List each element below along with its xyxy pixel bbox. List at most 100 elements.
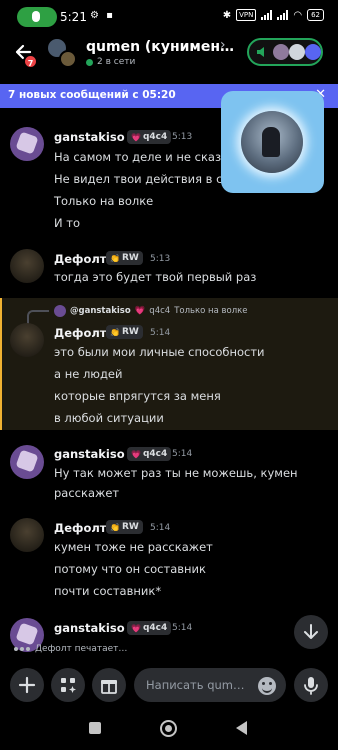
- notification-icons: ⚙ ▪: [90, 10, 115, 21]
- message-composer: Написать qum…: [0, 664, 338, 706]
- new-messages-text: 7 новых сообщений с 05:20: [8, 89, 176, 101]
- ongoing-call-pill[interactable]: [17, 7, 57, 27]
- chevron-right-icon[interactable]: ›: [220, 37, 226, 53]
- signal-icon-2: [277, 10, 289, 20]
- clap-icon: 👏: [110, 522, 120, 532]
- plus-icon: [18, 676, 36, 694]
- reply-preview: Только на волке: [174, 306, 248, 316]
- wifi-icon: ◠: [293, 9, 303, 21]
- status-bar: 5:21 ⚙ ▪ ✱ VPN ◠ 62: [0, 0, 338, 34]
- speaker-icon: [257, 47, 264, 57]
- tag-label: q4c4: [142, 623, 168, 633]
- avatar[interactable]: [10, 518, 44, 552]
- arrow-down-icon: [304, 624, 318, 639]
- avatar[interactable]: [10, 249, 44, 283]
- timestamp: 5:14: [172, 623, 193, 633]
- clap-icon: 👏: [110, 253, 120, 263]
- picture-in-picture-video[interactable]: [221, 91, 324, 193]
- online-count: 2 в сети: [97, 57, 136, 67]
- server-tag[interactable]: 💗 q4c4: [127, 130, 172, 144]
- gift-button[interactable]: [92, 668, 126, 702]
- message-input-placeholder: Написать qum…: [146, 678, 245, 692]
- reply-author: @ganstakiso: [70, 306, 131, 316]
- add-attachment-button[interactable]: [10, 668, 44, 702]
- channel-header: 7 qumen (кунимен… › 2 в сети: [0, 34, 338, 76]
- unread-badge: 7: [23, 54, 38, 69]
- clock: 5:21: [60, 10, 87, 24]
- message-line: почти составник*: [54, 584, 162, 598]
- author-name[interactable]: Дефолт: [54, 326, 106, 340]
- battery-icon: 62: [307, 9, 324, 21]
- server-tag[interactable]: 💗 q4c4: [127, 621, 172, 635]
- message-line: Ну так может раз ты не можешь, кумен: [54, 466, 298, 480]
- message-line: кумен тоже не расскажет: [54, 540, 213, 554]
- gift-icon: [101, 680, 117, 694]
- online-status: 2 в сети: [86, 57, 135, 67]
- signal-icon: [261, 10, 273, 20]
- system-back-button[interactable]: [236, 721, 247, 735]
- author-name[interactable]: ganstakiso: [54, 447, 125, 461]
- server-tag[interactable]: 💗 q4c4: [127, 447, 172, 461]
- message-input[interactable]: Написать qum…: [134, 668, 286, 702]
- avatar[interactable]: [10, 445, 44, 479]
- heart-icon: 💗: [131, 623, 141, 633]
- apps-button[interactable]: [51, 668, 85, 702]
- server-tag[interactable]: 👏 RW: [106, 325, 143, 339]
- home-button[interactable]: [160, 720, 177, 737]
- message-line: это были мои личные способности: [54, 345, 265, 359]
- author-name[interactable]: Дефолт: [54, 252, 106, 266]
- system-navigation-bar: [0, 706, 338, 750]
- reply-connector: [27, 310, 49, 324]
- heart-icon: 💗: [134, 306, 146, 316]
- message-line: расскажет: [54, 486, 120, 500]
- mention-highlight: [0, 298, 338, 430]
- timestamp: 5:14: [150, 328, 171, 338]
- server-tag[interactable]: 👏 RW: [106, 251, 143, 265]
- message-line: в любой ситуации: [54, 411, 164, 425]
- sparkle-grid-icon: [61, 678, 76, 693]
- clap-icon: 👏: [110, 327, 120, 337]
- group-avatar[interactable]: [48, 39, 78, 69]
- avatar: [305, 44, 321, 60]
- avatar: [54, 305, 66, 317]
- tag-label: q4c4: [142, 132, 168, 142]
- avatar: [289, 44, 305, 60]
- timestamp: 5:14: [150, 523, 171, 533]
- heart-icon: 💗: [131, 132, 141, 142]
- avatar: [241, 111, 303, 173]
- tag-label: RW: [121, 253, 139, 263]
- message-line: Только на волке: [54, 194, 154, 208]
- emoji-icon[interactable]: [258, 677, 276, 695]
- timestamp: 5:13: [172, 132, 193, 142]
- avatar[interactable]: [10, 323, 44, 357]
- message-line: потому что он составник: [54, 562, 206, 576]
- message-line: а не людей: [54, 367, 123, 381]
- online-dot-icon: [86, 58, 93, 66]
- avatar[interactable]: [10, 127, 44, 161]
- person-silhouette: [262, 127, 280, 157]
- author-name[interactable]: ganstakiso: [54, 130, 125, 144]
- voice-message-button[interactable]: [294, 668, 328, 702]
- voice-call-pill[interactable]: [247, 38, 323, 66]
- typing-text: Дефолт печатает…: [35, 644, 128, 654]
- server-tag[interactable]: 👏 RW: [106, 520, 143, 534]
- channel-title[interactable]: qumen (кунимен…: [86, 39, 234, 55]
- jump-to-bottom-button[interactable]: [294, 615, 328, 649]
- bluetooth-icon: ✱: [222, 9, 232, 21]
- author-name[interactable]: ganstakiso: [54, 621, 125, 635]
- typing-indicator: Дефолт печатает…: [14, 644, 127, 654]
- system-status-icons: ✱ VPN ◠ 62: [223, 9, 324, 21]
- message-line: тогда это будет твой первый раз: [54, 270, 257, 284]
- microphone-icon: [304, 677, 318, 695]
- tag-label: q4c4: [142, 449, 168, 459]
- recents-button[interactable]: [89, 722, 101, 734]
- timestamp: 5:14: [172, 449, 193, 459]
- reply-reference[interactable]: @ganstakiso 💗 q4c4 Только на волке: [54, 305, 248, 317]
- avatar: [59, 50, 77, 68]
- message-line: Не видел твои действия в с: [54, 172, 223, 186]
- message-line: которые впрягутся за меня: [54, 389, 221, 403]
- tag-label: RW: [121, 522, 139, 532]
- author-name[interactable]: Дефолт: [54, 521, 106, 535]
- microphone-icon: [32, 11, 40, 22]
- timestamp: 5:13: [150, 254, 171, 264]
